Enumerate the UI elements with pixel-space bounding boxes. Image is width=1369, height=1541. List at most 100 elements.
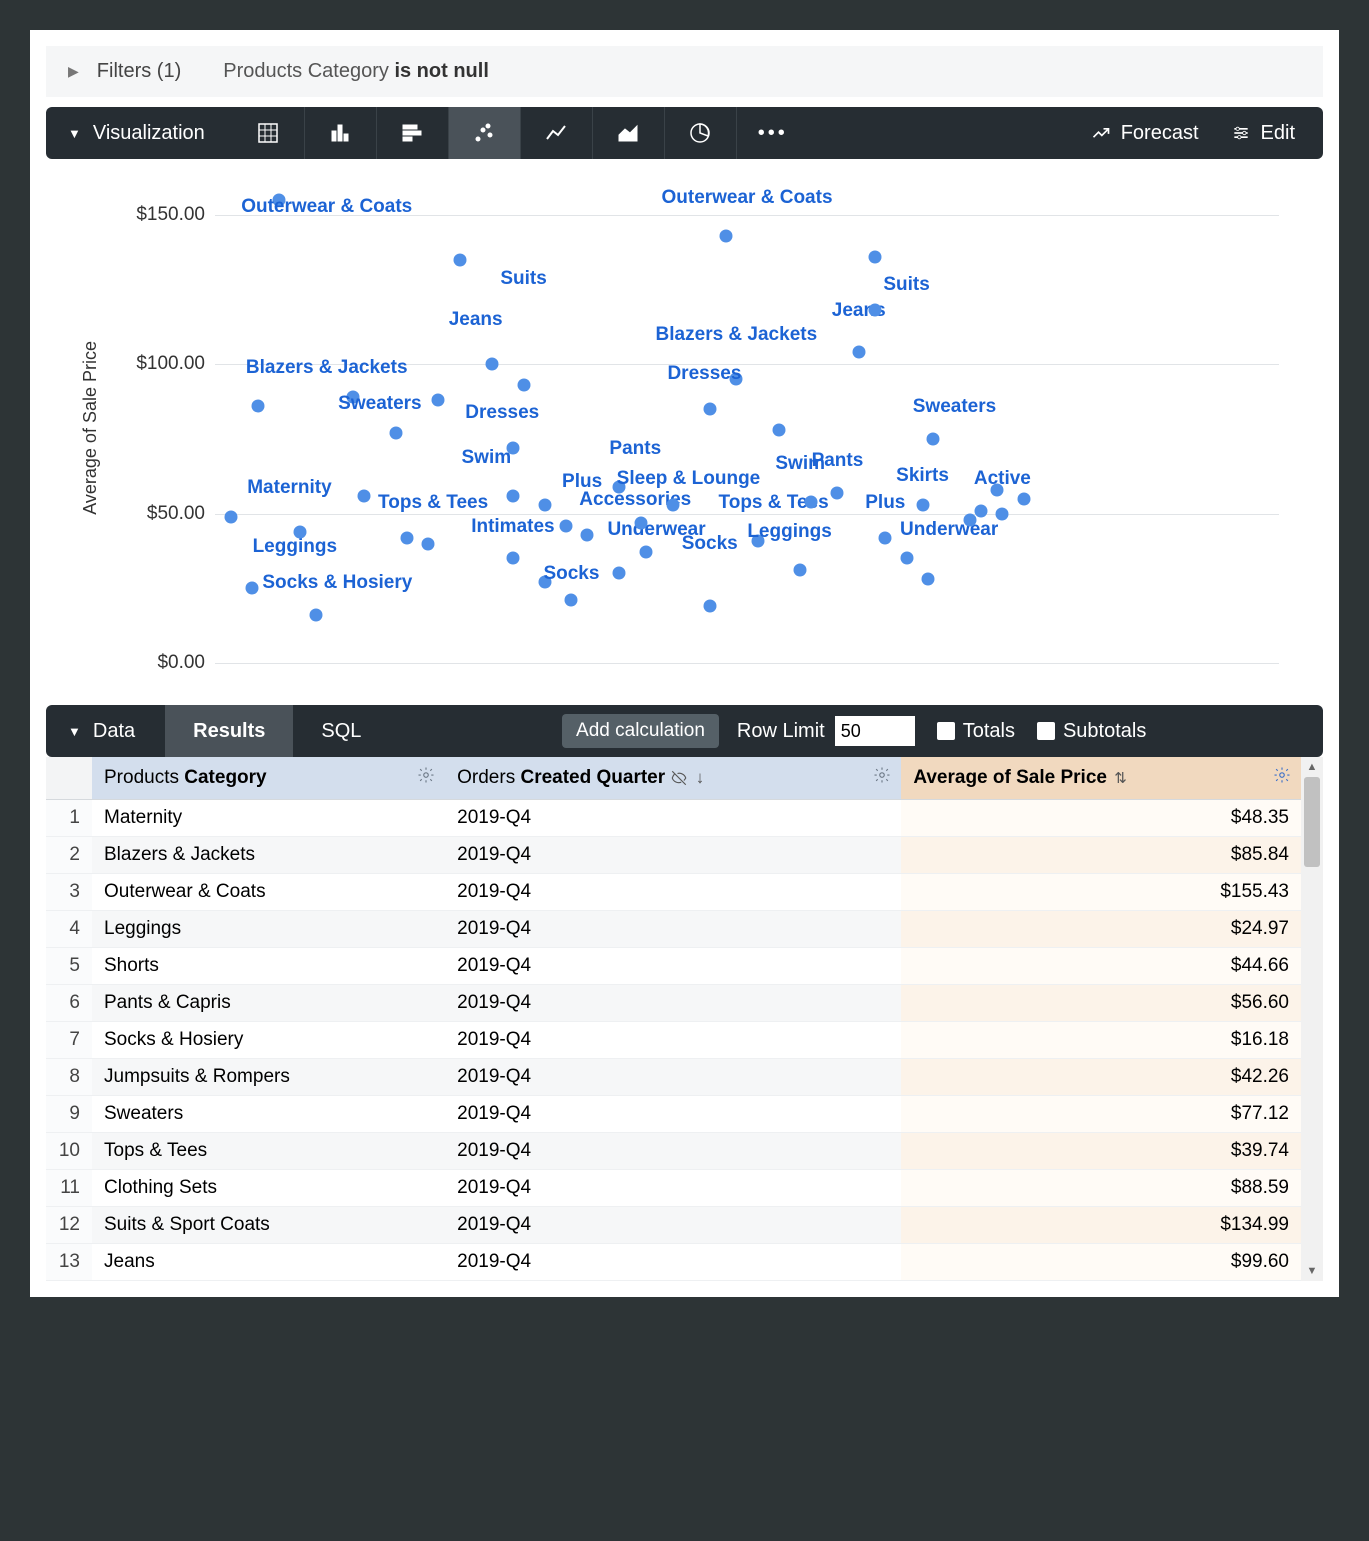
table-row[interactable]: 2Blazers & Jackets2019-Q4$85.84 (46, 837, 1301, 874)
sort-desc-icon[interactable]: ↓ (696, 768, 705, 787)
table-row[interactable]: 6Pants & Capris2019-Q4$56.60 (46, 985, 1301, 1022)
scatter-point[interactable] (506, 489, 519, 502)
scroll-down-icon[interactable]: ▼ (1301, 1261, 1323, 1281)
table-row[interactable]: 9Sweaters2019-Q4$77.12 (46, 1096, 1301, 1133)
cell-category: Maternity (92, 800, 445, 837)
tab-sql[interactable]: SQL (293, 705, 389, 757)
chart-type-scatter[interactable] (449, 107, 521, 159)
scatter-point[interactable] (703, 403, 716, 416)
scatter-point[interactable] (485, 358, 498, 371)
scatter-point[interactable] (272, 193, 285, 206)
table-row[interactable]: 7Socks & Hosiery2019-Q4$16.18 (46, 1022, 1301, 1059)
subtotals-checkbox[interactable]: Subtotals (1037, 720, 1168, 743)
scatter-point[interactable] (804, 495, 817, 508)
scatter-point[interactable] (613, 480, 626, 493)
cell-quarter: 2019-Q4 (445, 1207, 901, 1244)
scatter-point[interactable] (868, 304, 881, 317)
scatter-point[interactable] (251, 400, 264, 413)
gear-icon[interactable] (1273, 766, 1291, 790)
table-row[interactable]: 10Tops & Tees2019-Q4$39.74 (46, 1133, 1301, 1170)
scatter-point[interactable] (506, 441, 519, 454)
table-row[interactable]: 4Leggings2019-Q4$24.97 (46, 911, 1301, 948)
scatter-point[interactable] (453, 253, 466, 266)
scatter-point[interactable] (996, 507, 1009, 520)
table-row[interactable]: 8Jumpsuits & Rompers2019-Q4$42.26 (46, 1059, 1301, 1096)
scatter-point[interactable] (921, 573, 934, 586)
tab-results[interactable]: Results (165, 705, 293, 757)
gear-icon[interactable] (873, 766, 891, 790)
scatter-point[interactable] (389, 426, 402, 439)
scatter-point[interactable] (879, 531, 892, 544)
scatter-point[interactable] (506, 552, 519, 565)
scatter-point[interactable] (975, 504, 988, 517)
scatter-plot[interactable]: $0.00$50.00$100.00$150.00Outerwear & Coa… (105, 173, 1285, 683)
scatter-point[interactable] (310, 609, 323, 622)
chart-type-column[interactable] (305, 107, 377, 159)
hidden-icon[interactable] (670, 767, 688, 788)
scatter-point[interactable] (581, 528, 594, 541)
scatter-point[interactable] (224, 510, 237, 523)
pivot-icon[interactable]: ⇅ (1114, 770, 1127, 787)
scatter-point[interactable] (852, 346, 865, 359)
scatter-point[interactable] (357, 489, 370, 502)
chart-type-line[interactable] (521, 107, 593, 159)
header-orders-quarter[interactable]: Orders Created Quarter ↓ (445, 757, 901, 800)
scatter-point[interactable] (831, 486, 844, 499)
collapse-visualization-icon[interactable]: ▼ (46, 126, 93, 141)
expand-filters-icon[interactable]: ▶ (68, 63, 79, 80)
scatter-point[interactable] (964, 513, 977, 526)
vertical-scrollbar[interactable]: ▲ ▼ (1301, 757, 1323, 1281)
scatter-point[interactable] (400, 531, 413, 544)
scatter-point[interactable] (927, 432, 940, 445)
scatter-point[interactable] (991, 483, 1004, 496)
scatter-point[interactable] (560, 519, 573, 532)
scatter-point[interactable] (613, 567, 626, 580)
scatter-point[interactable] (794, 564, 807, 577)
chart-type-bar[interactable] (377, 107, 449, 159)
table-row[interactable]: 1Maternity2019-Q4$48.35 (46, 800, 1301, 837)
scatter-point[interactable] (1017, 492, 1030, 505)
chart-type-more[interactable]: ••• (737, 107, 809, 159)
table-row[interactable]: 13Jeans2019-Q4$99.60 (46, 1244, 1301, 1281)
header-avg-sale-price[interactable]: Average of Sale Price ⇅ (901, 757, 1301, 800)
scatter-point[interactable] (772, 423, 785, 436)
chart-type-table[interactable] (233, 107, 305, 159)
scatter-point[interactable] (868, 250, 881, 263)
table-row[interactable]: 5Shorts2019-Q4$44.66 (46, 948, 1301, 985)
table-row[interactable]: 11Clothing Sets2019-Q4$88.59 (46, 1170, 1301, 1207)
scatter-point[interactable] (421, 537, 434, 550)
scatter-point[interactable] (730, 373, 743, 386)
chart-type-pie[interactable] (665, 107, 737, 159)
forecast-button[interactable]: Forecast (1075, 122, 1215, 145)
scatter-point[interactable] (246, 582, 259, 595)
scatter-point[interactable] (703, 600, 716, 613)
scatter-point[interactable] (538, 576, 551, 589)
totals-checkbox[interactable]: Totals (937, 720, 1015, 743)
table-row[interactable]: 12Suits & Sport Coats2019-Q4$134.99 (46, 1207, 1301, 1244)
gear-icon[interactable] (417, 766, 435, 790)
scatter-point[interactable] (751, 534, 764, 547)
scatter-point[interactable] (432, 394, 445, 407)
collapse-data-icon[interactable]: ▼ (46, 724, 93, 739)
scatter-point[interactable] (634, 516, 647, 529)
filters-bar[interactable]: ▶ Filters (1) Products Category is not n… (46, 46, 1323, 97)
scatter-point[interactable] (538, 498, 551, 511)
row-limit-input[interactable] (835, 716, 915, 746)
scatter-point[interactable] (900, 552, 913, 565)
edit-visualization-button[interactable]: Edit (1215, 122, 1323, 145)
add-calculation-button[interactable]: Add calculation (562, 714, 719, 748)
table-row[interactable]: 3Outerwear & Coats2019-Q4$155.43 (46, 874, 1301, 911)
scroll-up-icon[interactable]: ▲ (1301, 757, 1323, 777)
chart-type-area[interactable] (593, 107, 665, 159)
scroll-thumb[interactable] (1304, 777, 1320, 867)
scatter-point[interactable] (294, 525, 307, 538)
scatter-point[interactable] (517, 379, 530, 392)
scatter-point[interactable] (916, 498, 929, 511)
header-products-category[interactable]: Products Category (92, 757, 445, 800)
scatter-point[interactable] (666, 498, 679, 511)
scatter-point[interactable] (565, 594, 578, 607)
scatter-point[interactable] (639, 546, 652, 559)
row-number: 1 (46, 800, 92, 837)
scatter-point[interactable] (719, 229, 732, 242)
scatter-point[interactable] (347, 391, 360, 404)
